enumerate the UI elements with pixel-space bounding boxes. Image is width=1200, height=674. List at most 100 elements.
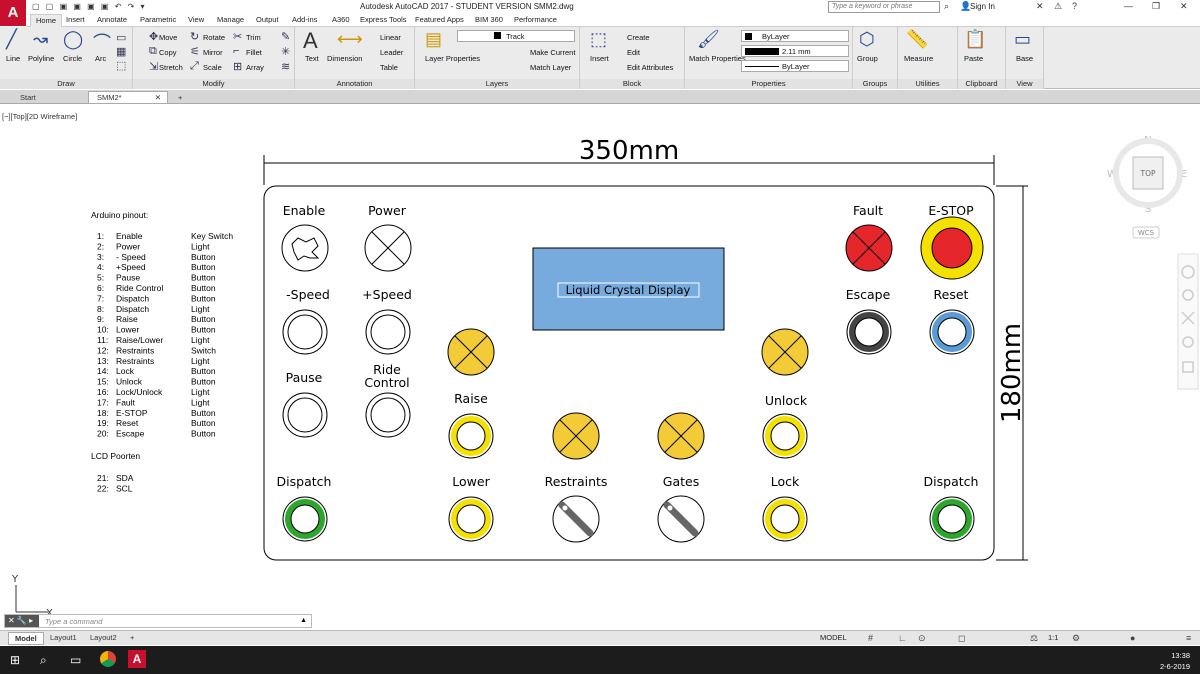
insert-icon[interactable]: ⬚ (590, 29, 607, 50)
help-icon[interactable]: ? (1072, 1, 1077, 11)
edit-attributes-button[interactable]: Edit Attributes (627, 63, 673, 72)
search-icon[interactable]: ⌕ (944, 1, 949, 12)
tab-performance[interactable]: Performance (514, 15, 557, 24)
layer-properties-icon[interactable]: ▤ (425, 29, 442, 50)
restore-icon[interactable]: ❐ (1152, 1, 1160, 12)
arc-icon[interactable]: ⌒ (93, 29, 111, 55)
model-space-toggle[interactable]: MODEL (820, 633, 847, 642)
properties-panel-label[interactable]: Properties (685, 79, 852, 89)
isolate-icon[interactable]: ● (1130, 633, 1135, 643)
group-icon[interactable]: ⬡ (859, 29, 875, 50)
autocad-taskbar-icon[interactable]: A (128, 650, 146, 668)
lock-button[interactable] (765, 499, 805, 539)
escape-button[interactable] (849, 312, 889, 352)
tab-smm2[interactable]: SMM2* ✕ (88, 91, 168, 103)
layer-dropdown[interactable]: Track (457, 30, 575, 42)
offset-icon[interactable]: ≋ (281, 60, 290, 73)
tab-view[interactable]: View (188, 15, 204, 24)
match-properties-icon[interactable]: 🖌 (697, 29, 720, 50)
sign-in-link[interactable]: Sign In (970, 2, 995, 11)
array-button[interactable]: Array (246, 63, 264, 72)
command-line-buttons[interactable]: ✕ 🔧 ▸ (5, 615, 39, 627)
polar-icon[interactable]: ⊙ (918, 633, 926, 644)
tab-output[interactable]: Output (256, 15, 279, 24)
app-logo[interactable]: A (0, 0, 26, 26)
modify-panel-label[interactable]: Modify (133, 79, 294, 89)
paste-button[interactable]: Paste (964, 54, 983, 63)
edit-button[interactable]: Edit (627, 48, 640, 57)
dimension-button[interactable]: Dimension (327, 54, 362, 63)
measure-icon[interactable]: 📏 (906, 29, 928, 50)
erase-icon[interactable]: ✎ (281, 30, 290, 43)
tab-layout1[interactable]: Layout1 (44, 632, 83, 643)
hatch-icon[interactable]: ▦ (116, 45, 126, 58)
network-icon[interactable]: ⚠ (1054, 1, 1062, 12)
add-layout-icon[interactable]: + (124, 632, 140, 643)
text-icon[interactable]: A (303, 28, 318, 54)
windows-start-icon[interactable]: ⊞ (10, 653, 20, 667)
group-button[interactable]: Group (857, 54, 878, 63)
raise-button[interactable] (451, 416, 491, 456)
tab-layout2[interactable]: Layout2 (84, 632, 123, 643)
layer-properties-button[interactable]: Layer Properties (425, 54, 480, 63)
boundary-icon[interactable]: ⬚ (116, 59, 126, 72)
arc-button[interactable]: Arc (95, 54, 106, 63)
measure-button[interactable]: Measure (904, 54, 933, 63)
paste-icon[interactable]: 📋 (964, 29, 986, 50)
tab-annotate[interactable]: Annotate (97, 15, 127, 24)
command-line[interactable]: ✕ 🔧 ▸ Type a command ▲ (4, 614, 312, 628)
mirror-button[interactable]: Mirror (203, 48, 223, 57)
chrome-icon[interactable] (100, 651, 116, 667)
tab-home[interactable]: Home (30, 14, 63, 27)
quick-access-toolbar[interactable]: ▢ ▢ ▣ ▣ ▣ ▣ ↶ ↷ ▾ (32, 2, 147, 11)
close-icon[interactable]: ✕ (1180, 1, 1188, 12)
tab-featured-apps[interactable]: Featured Apps (415, 15, 464, 24)
match-properties-button[interactable]: Match Properties (689, 54, 746, 63)
block-panel-label[interactable]: Block (580, 79, 684, 89)
minimize-icon[interactable]: — (1124, 1, 1133, 11)
tab-parametric[interactable]: Parametric (140, 15, 176, 24)
annotation-panel-label[interactable]: Annotation (295, 79, 414, 89)
draw-panel-label[interactable]: Draw (0, 79, 132, 89)
ortho-icon[interactable]: ∟ (898, 633, 907, 643)
circle-icon[interactable]: ◯ (63, 29, 83, 50)
tab-start[interactable]: Start (12, 92, 44, 104)
navigation-bar[interactable] (1177, 253, 1199, 390)
base-icon[interactable]: ▭ (1014, 29, 1031, 50)
customize-icon[interactable]: ≡ (1186, 633, 1191, 643)
settings-icon[interactable]: ⚙ (1072, 633, 1080, 644)
line-button[interactable]: Line (6, 54, 20, 63)
text-button[interactable]: Text (305, 54, 319, 63)
dispatch-right-button[interactable] (932, 499, 972, 539)
task-view-icon[interactable]: ▭ (70, 653, 81, 667)
polyline-button[interactable]: Polyline (28, 54, 54, 63)
clipboard-panel-label[interactable]: Clipboard (958, 79, 1005, 89)
pause-button[interactable] (282, 392, 328, 438)
copy-button[interactable]: Copy (159, 48, 177, 57)
linear-button[interactable]: Linear (380, 33, 401, 42)
layers-panel-label[interactable]: Layers (415, 79, 579, 89)
command-history-icon[interactable]: ▲ (300, 617, 307, 624)
create-button[interactable]: Create (627, 33, 650, 42)
tab-a360[interactable]: A360 (332, 15, 350, 24)
annotation-visibility-icon[interactable]: ⚖ (1030, 633, 1038, 644)
utilities-panel-label[interactable]: Utilities (898, 79, 957, 89)
annotation-scale[interactable]: 1:1 (1048, 633, 1058, 642)
groups-panel-label[interactable]: Groups (853, 79, 897, 89)
tab-bim-360[interactable]: BIM 360 (475, 15, 503, 24)
estop-button[interactable] (931, 227, 973, 269)
circle-button[interactable]: Circle (63, 54, 82, 63)
view-panel-label[interactable]: View (1006, 79, 1043, 89)
command-input[interactable]: Type a command (45, 617, 102, 626)
drawing-canvas[interactable]: 350mm180mmLiquid Crystal DisplayEnable Po… (0, 108, 1200, 628)
move-button[interactable]: Move (159, 33, 177, 42)
new-tab-icon[interactable]: + (170, 92, 190, 104)
dimension-icon[interactable]: ⟷ (337, 29, 363, 50)
polyline-icon[interactable]: ↝ (33, 29, 48, 50)
tab-model[interactable]: Model (8, 632, 44, 645)
dispatch-left-button[interactable] (285, 499, 325, 539)
unlock-button[interactable] (765, 416, 805, 456)
base-button[interactable]: Base (1016, 54, 1033, 63)
explode-icon[interactable]: ✳ (281, 45, 290, 58)
plus-speed-button[interactable] (365, 309, 411, 355)
